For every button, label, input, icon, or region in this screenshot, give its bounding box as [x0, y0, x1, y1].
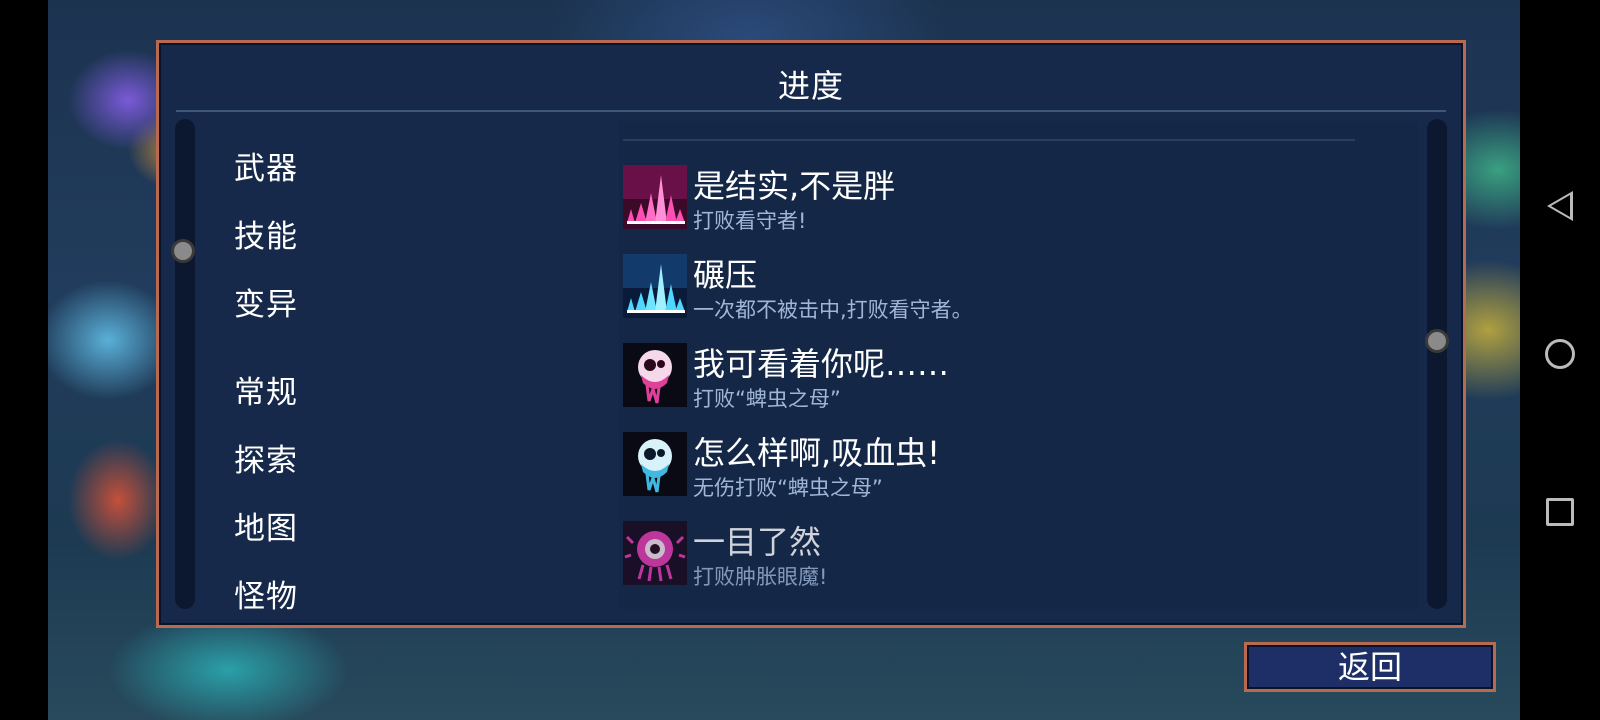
achievement-item[interactable]: 一目了然 打败肿胀眼魔! — [623, 521, 1383, 601]
achievement-desc: 无伤打败“蜱虫之母” — [693, 476, 883, 500]
achievement-desc: 打败看守者! — [693, 209, 807, 233]
achievement-item[interactable]: 碾压 一次都不被击中,打败看守者。 — [623, 254, 1383, 334]
home-circle-icon[interactable] — [1540, 334, 1580, 374]
system-nav-bar — [1520, 0, 1600, 720]
pink-eye-monster-icon — [623, 521, 687, 585]
category-exploration[interactable]: 探索 — [234, 435, 298, 480]
category-weapons[interactable]: 武器 — [234, 143, 298, 188]
panel-title: 进度 — [777, 67, 844, 105]
pink-eyeball-icon — [623, 343, 687, 407]
achievement-list[interactable]: 是结实,不是胖 打败看守者! 碾压 一次都不被击中,打败看守者。 我可看着你呢…… — [619, 121, 1419, 609]
achievement-item[interactable]: 我可看着你呢…… 打败“蜱虫之母” — [623, 343, 1383, 423]
cyan-eyeball-icon — [623, 432, 687, 496]
recents-square-icon[interactable] — [1540, 492, 1580, 532]
category-scroll-knob[interactable] — [171, 239, 195, 263]
back-button[interactable]: 返回 — [1244, 642, 1496, 692]
category-skills[interactable]: 技能 — [234, 211, 298, 256]
achievement-scroll-knob[interactable] — [1425, 329, 1449, 353]
achievement-desc: 一次都不被击中,打败看守者。 — [693, 298, 973, 322]
category-scrollbar[interactable] — [175, 119, 195, 609]
achievement-title: 怎么样啊,吸血虫! — [693, 434, 941, 472]
category-map[interactable]: 地图 — [234, 503, 298, 548]
category-general[interactable]: 常规 — [234, 367, 298, 412]
achievement-item[interactable]: 是结实,不是胖 打败看守者! — [623, 165, 1383, 245]
achievement-title: 我可看着你呢…… — [693, 345, 950, 383]
achievement-desc: 打败“蜱虫之母” — [693, 387, 841, 411]
title-divider — [176, 110, 1446, 112]
list-divider — [623, 139, 1355, 141]
category-monsters[interactable]: 怪物 — [234, 571, 298, 616]
achievement-scrollbar[interactable] — [1427, 119, 1447, 609]
achievement-title: 是结实,不是胖 — [693, 167, 896, 205]
magenta-spikes-icon — [623, 165, 687, 229]
achievement-title: 一目了然 — [693, 523, 822, 561]
cyan-spikes-icon — [623, 254, 687, 318]
achievement-item[interactable]: 怎么样啊,吸血虫! 无伤打败“蜱虫之母” — [623, 432, 1383, 512]
achievement-title: 碾压 — [693, 256, 758, 294]
category-mutations[interactable]: 变异 — [234, 279, 298, 324]
back-triangle-icon[interactable] — [1540, 186, 1580, 226]
progress-panel: 进度 武器 技能 变异 常规 探索 地图 怪物 是结实,不是胖 打败看守者! 碾… — [156, 40, 1466, 628]
achievement-desc: 打败肿胀眼魔! — [693, 565, 828, 589]
